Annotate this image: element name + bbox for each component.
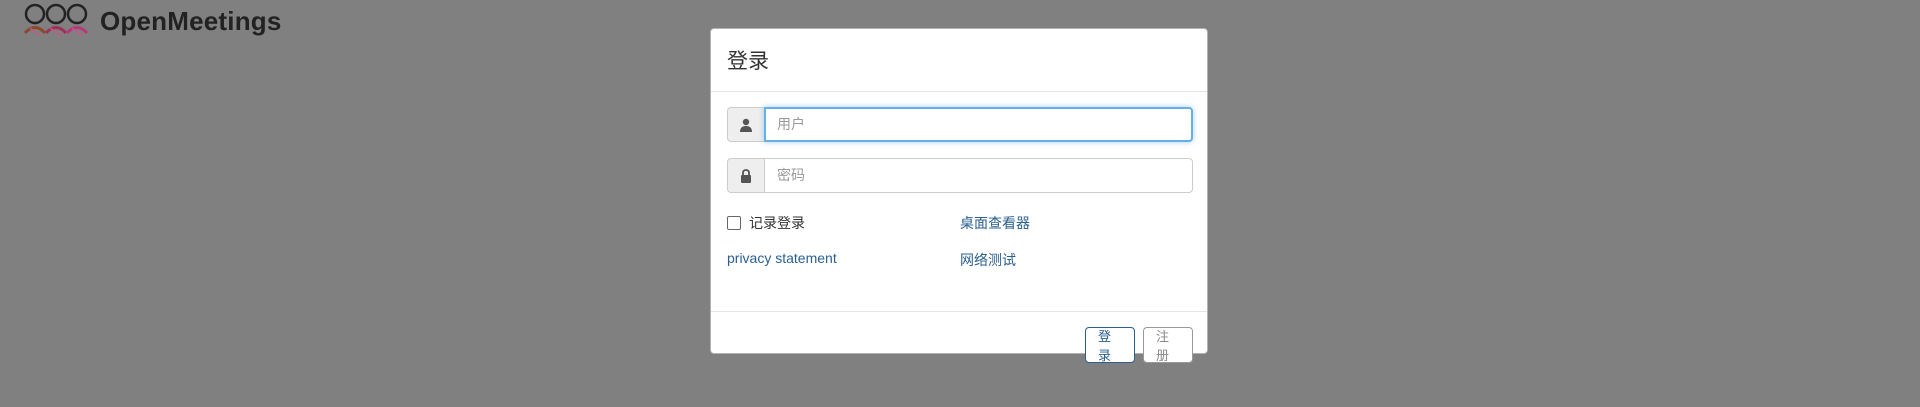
- people-logo-icon: [23, 3, 89, 37]
- app-title: OpenMeetings: [100, 5, 282, 36]
- login-dialog: 登录 记录登录 桌面查看器 pri: [710, 28, 1208, 364]
- dialog-header: 登录: [711, 29, 1207, 92]
- remember-login[interactable]: 记录登录: [727, 213, 805, 233]
- app-header: OpenMeetings: [22, 2, 282, 40]
- login-button[interactable]: 登录: [1085, 327, 1135, 364]
- dialog-footer: 登录 注册: [711, 312, 1207, 364]
- remember-label: 记录登录: [749, 216, 805, 232]
- remember-checkbox[interactable]: [727, 216, 741, 230]
- privacy-statement-link[interactable]: privacy statement: [727, 250, 837, 266]
- password-group: [727, 158, 1193, 193]
- lock-icon: [741, 168, 751, 183]
- username-addon: [727, 107, 764, 142]
- register-button[interactable]: 注册: [1143, 327, 1193, 364]
- network-test-link[interactable]: 网络测试: [960, 250, 1016, 270]
- username-input[interactable]: [764, 107, 1193, 142]
- user-icon: [740, 118, 752, 132]
- username-group: [727, 107, 1193, 142]
- dialog-body: 记录登录 桌面查看器 privacy statement 网络测试: [711, 92, 1207, 312]
- password-addon: [727, 158, 764, 193]
- password-input[interactable]: [764, 158, 1193, 193]
- desktop-viewer-link[interactable]: 桌面查看器: [960, 213, 1030, 233]
- dialog-title: 登录: [727, 49, 769, 73]
